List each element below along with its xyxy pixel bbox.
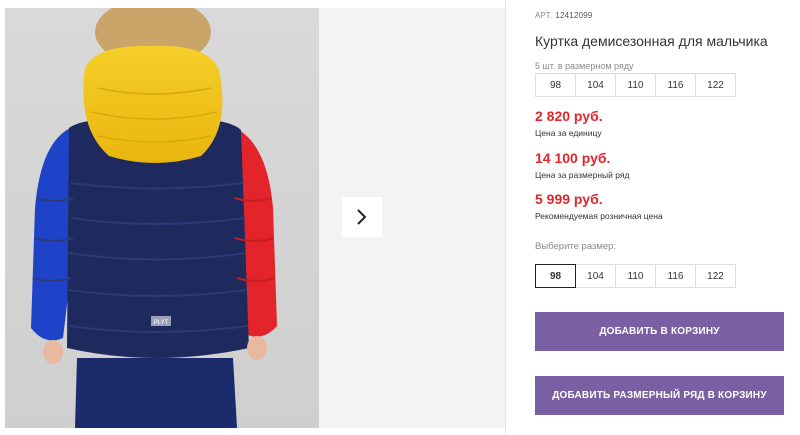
retail-price-note: Рекомендуемая розничная цена [535,211,663,221]
chevron-right-icon [357,209,367,225]
product-page: PLYT АРТ. 12412099 Куртка демисезонная дл… [0,0,800,435]
size-row-item: 116 [655,73,696,97]
size-row-label: 5 шт. в размерном ряду [535,61,634,71]
column-divider [505,0,506,435]
size-selector: 98 104 110 116 122 [535,264,736,288]
product-title: Куртка демисезонная для мальчика [535,33,768,49]
size-row-list: 98 104 110 116 122 [535,73,736,97]
size-option-98[interactable]: 98 [535,264,576,288]
product-photo[interactable]: PLYT [5,8,319,428]
choose-size-label: Выберите размер: [535,241,617,252]
size-row-item: 98 [535,73,576,97]
size-option-104[interactable]: 104 [575,264,616,288]
size-option-110[interactable]: 110 [615,264,656,288]
add-size-row-to-cart-button[interactable]: ДОБАВИТЬ РАЗМЕРНЫЙ РЯД В КОРЗИНУ [535,376,784,415]
size-option-116[interactable]: 116 [655,264,696,288]
article-label: АРТ. [535,11,553,20]
size-row-item: 122 [695,73,736,97]
unit-price: 2 820 руб. [535,108,603,124]
article-value: 12412099 [555,11,593,20]
size-row-item: 104 [575,73,616,97]
label-patch-text: PLYT [154,320,169,326]
size-option-122[interactable]: 122 [695,264,736,288]
row-price: 14 100 руб. [535,150,611,166]
unit-price-note: Цена за единицу [535,128,602,138]
row-price-note: Цена за размерный ряд [535,170,630,180]
next-image-button[interactable] [342,197,382,237]
jacket-illustration: PLYT [5,8,319,428]
size-row-item: 110 [615,73,656,97]
retail-price: 5 999 руб. [535,191,603,207]
article-number: АРТ. 12412099 [535,11,593,20]
add-to-cart-button[interactable]: ДОБАВИТЬ В КОРЗИНУ [535,312,784,351]
